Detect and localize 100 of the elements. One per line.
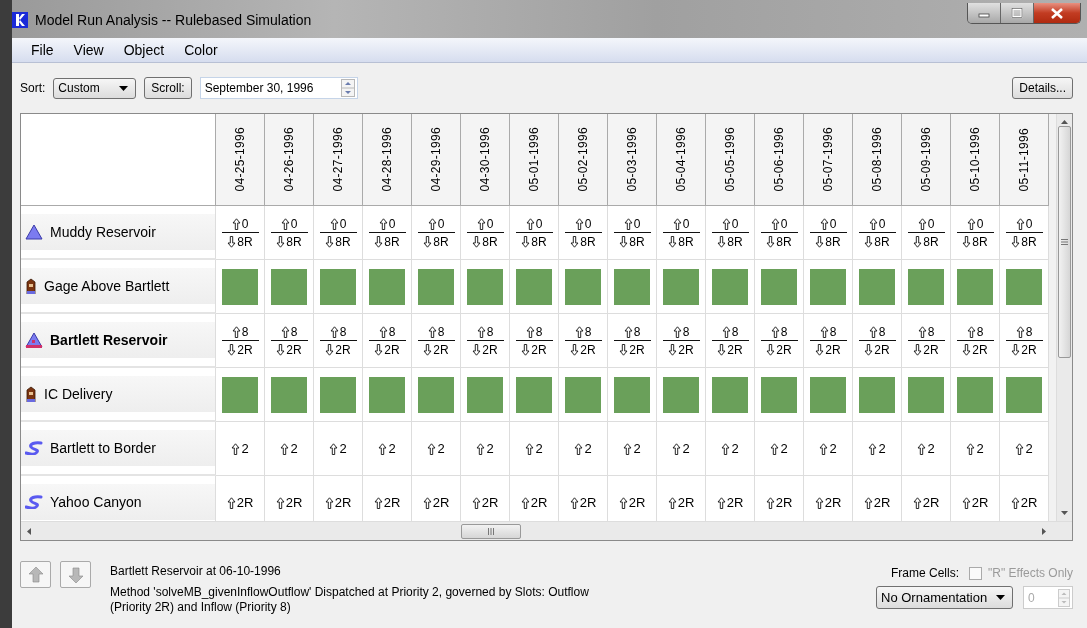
up-arrow-icon (770, 217, 780, 230)
table-cell: 2 (280, 441, 298, 456)
table-cell: 2 (476, 441, 494, 456)
table-cell: 2 (427, 441, 445, 456)
sort-label: Sort: (20, 81, 46, 95)
up-arrow-icon (863, 496, 873, 509)
horizontal-scrollbar[interactable] (21, 521, 1072, 540)
down-arrow-icon (472, 343, 482, 356)
up-arrow-icon (966, 442, 976, 455)
minimize-button[interactable] (968, 3, 1001, 23)
table-cell: 8 2R (760, 323, 798, 358)
table-cell: 0 8R (760, 215, 798, 250)
table-cell: 8 2R (270, 323, 308, 358)
up-arrow-icon (917, 217, 927, 230)
menu-item[interactable]: Color (172, 42, 226, 58)
up-arrow-icon (422, 496, 432, 509)
table-cell: 2R (569, 495, 597, 510)
scroll-thumb[interactable] (461, 523, 521, 539)
table-cell: 2 (623, 441, 641, 456)
table-cell: 0 8R (956, 215, 994, 250)
down-arrow-icon (864, 343, 874, 356)
table-cell: 2 (525, 441, 543, 456)
up-arrow-icon (814, 496, 824, 509)
table-cell: 2 (868, 441, 886, 456)
table-cell: 8 2R (858, 323, 896, 358)
ornamentation-dropdown[interactable]: No Ornamentation (876, 586, 1013, 609)
table-cell: 8 2R (564, 323, 602, 358)
menu-item[interactable]: View (61, 42, 112, 58)
table-cell: 8 2R (711, 323, 749, 358)
column-header: 05-08-1996 (853, 114, 902, 206)
up-arrow-icon (868, 325, 878, 338)
down-arrow-icon (668, 343, 678, 356)
table-cell: 2R (1010, 495, 1038, 510)
details-button[interactable]: Details... (1012, 77, 1073, 99)
caret-icon (119, 85, 129, 91)
up-arrow-icon (765, 496, 775, 509)
menu-item[interactable]: File (29, 42, 62, 58)
triangle-icon (25, 332, 43, 348)
up-arrow-icon (819, 217, 829, 230)
maximize-button[interactable] (1001, 3, 1034, 23)
up-arrow-icon (525, 442, 535, 455)
table-cell: 2R (667, 495, 695, 510)
date-field[interactable]: September 30, 1996 (199, 77, 358, 99)
up-arrow-icon (275, 496, 285, 509)
down-arrow-icon (668, 235, 678, 248)
table-cell: 2 (966, 441, 984, 456)
table-cell: 2 (1015, 441, 1033, 456)
up-arrow-icon (378, 217, 388, 230)
up-arrow-icon (231, 325, 241, 338)
table-cell: 8 2R (221, 323, 259, 358)
row-header[interactable]: Gage Above Bartlett (21, 268, 215, 304)
menu-item[interactable]: Object (111, 42, 173, 58)
close-icon (1050, 7, 1064, 19)
table-cell: 0 8R (858, 215, 896, 250)
down-arrow-icon (962, 343, 972, 356)
table-cell: 0 8R (564, 215, 602, 250)
vertical-scrollbar[interactable] (1056, 114, 1072, 521)
down-arrow-icon (521, 343, 531, 356)
row-header[interactable]: Bartlett Reservoir (21, 322, 215, 358)
up-arrow-icon (623, 217, 633, 230)
up-arrow-icon (819, 442, 829, 455)
table-cell: 0 8R (711, 215, 749, 250)
row-header[interactable]: Muddy Reservoir (21, 214, 215, 250)
detail-title: Bartlett Reservoir at 06-10-1996 (110, 564, 282, 578)
row-header[interactable]: Yahoo Canyon (21, 484, 215, 520)
up-arrow-icon (912, 496, 922, 509)
scroll-thumb[interactable] (1058, 126, 1071, 358)
row-header[interactable]: Bartlett to Border (21, 430, 215, 466)
table-cell: 2R (716, 495, 744, 510)
up-arrow-icon (520, 496, 530, 509)
up-arrow-icon (966, 217, 976, 230)
scroll-left-icon (27, 527, 31, 535)
row-header[interactable]: IC Delivery (21, 376, 215, 412)
sort-dropdown[interactable]: Custom (53, 77, 137, 99)
column-header: 05-01-1996 (510, 114, 559, 206)
triangle-icon (25, 224, 43, 240)
down-arrow-icon (521, 235, 531, 248)
up-arrow-icon (672, 325, 682, 338)
up-arrow-icon (966, 325, 976, 338)
maximize-icon (1011, 8, 1023, 18)
column-header: 05-02-1996 (559, 114, 608, 206)
column-header: 04-26-1996 (265, 114, 314, 206)
grip-icon (1061, 239, 1068, 245)
up-arrow-icon (1015, 325, 1025, 338)
down-arrow-icon (962, 235, 972, 248)
up-arrow-icon (917, 442, 927, 455)
up-arrow-icon (525, 217, 535, 230)
down-arrow-icon (815, 235, 825, 248)
up-arrow-icon (574, 325, 584, 338)
column-header: 05-11-1996 (1000, 114, 1049, 206)
down-arrow-icon (766, 343, 776, 356)
scroll-right-icon (1042, 527, 1046, 535)
scroll-button[interactable]: Scroll: (144, 77, 192, 99)
close-button[interactable] (1034, 3, 1080, 23)
table-cell: 0 8R (417, 215, 455, 250)
table-cell: 2R (324, 495, 352, 510)
down-arrow-icon (325, 343, 335, 356)
table-cell: 2R (765, 495, 793, 510)
up-arrow-icon (574, 217, 584, 230)
up-arrow-icon (476, 442, 486, 455)
